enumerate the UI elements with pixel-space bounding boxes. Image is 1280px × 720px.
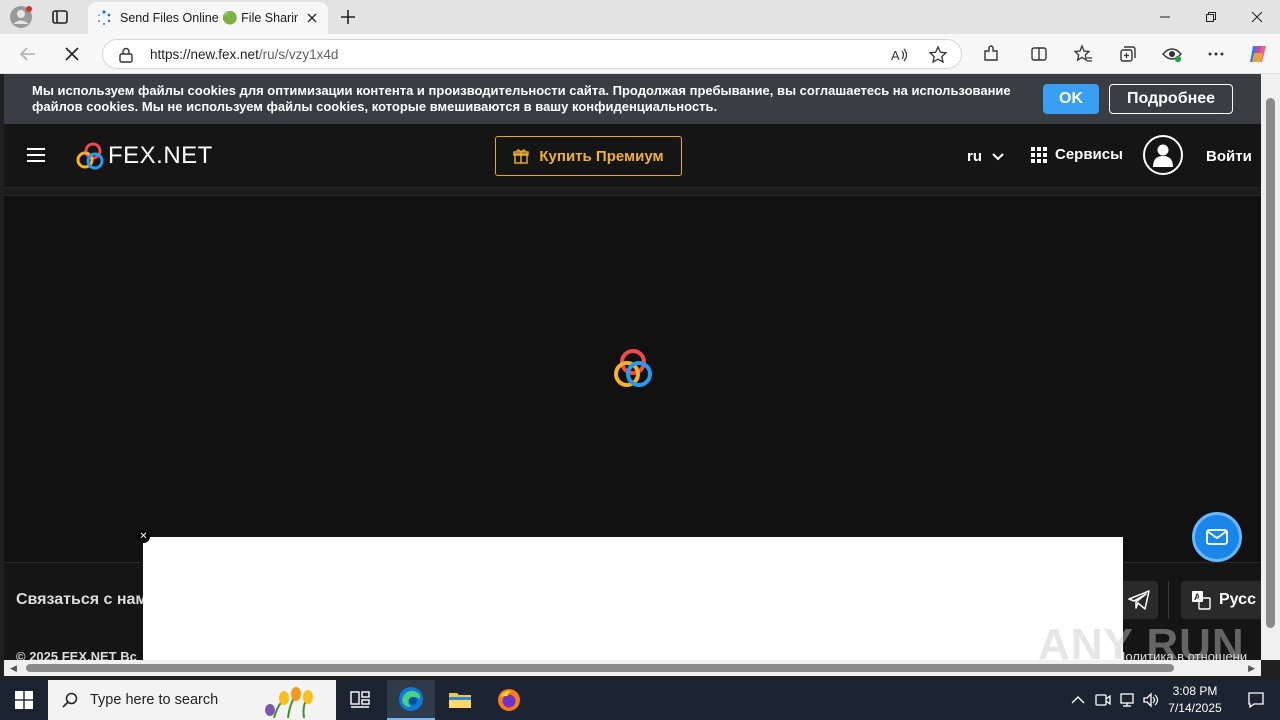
more-options-icon[interactable] <box>1204 42 1228 66</box>
scroll-right-icon[interactable]: ▶ <box>1248 663 1255 674</box>
clock-date: 7/14/2025 <box>1168 701 1222 715</box>
firefox-icon <box>498 689 520 711</box>
browser-tab-strip: Send Files Online 🟢 File Sharing <box>0 0 1280 34</box>
footer-language-select[interactable]: A Русс <box>1181 581 1261 619</box>
meet-now-icon[interactable] <box>1094 692 1112 708</box>
telegram-icon <box>1128 590 1150 610</box>
search-icon <box>62 692 78 708</box>
cookie-more-button[interactable]: Подробнее <box>1109 84 1233 114</box>
ad-close-icon[interactable]: ✕ <box>137 530 150 543</box>
start-button[interactable] <box>0 680 48 720</box>
footer-divider <box>1168 581 1169 619</box>
show-hidden-icons-icon[interactable] <box>1068 692 1088 708</box>
tab-title: Send Files Online 🟢 File Sharing <box>120 10 298 25</box>
folder-icon <box>449 693 471 708</box>
split-screen-icon[interactable] <box>1027 42 1051 66</box>
task-view-icon <box>350 691 370 708</box>
language-dropdown[interactable]: ru <box>967 148 1004 165</box>
menu-icon[interactable] <box>27 148 45 162</box>
buy-premium-button[interactable]: Купить Премиум <box>495 136 682 176</box>
url-host: https://new.fex.net <box>150 47 259 62</box>
volume-icon[interactable] <box>1142 692 1160 708</box>
profile-icon[interactable] <box>10 6 32 28</box>
network-icon[interactable] <box>1118 692 1136 708</box>
windows-taskbar: Type here to search 3:08 PM 7/14/2025 <box>0 680 1280 720</box>
anyrun-watermark: ANY RUN <box>1038 620 1245 660</box>
chevron-down-icon <box>992 152 1004 160</box>
svg-text:A: A <box>1194 592 1201 602</box>
vertical-scroll-thumb[interactable] <box>1266 98 1275 628</box>
mail-icon <box>1206 529 1228 545</box>
clock-time: 3:08 PM <box>1172 684 1218 698</box>
site-info-icon[interactable] <box>117 46 135 64</box>
logo-text: FEX.NET <box>108 142 213 169</box>
active-tab[interactable]: Send Files Online 🟢 File Sharing <box>88 2 328 34</box>
address-bar[interactable]: https://new.fex.net/ru/s/vzy1x4d A <box>102 39 962 69</box>
site-logo[interactable]: FEX.NET <box>75 142 213 170</box>
restore-icon[interactable] <box>1188 0 1234 34</box>
taskbar-firefox-button[interactable] <box>485 680 533 720</box>
search-highlight-flowers-icon <box>265 687 313 718</box>
language-label: ru <box>967 148 982 165</box>
telegram-button[interactable] <box>1120 581 1158 619</box>
footer-language-label: Русс <box>1219 591 1256 608</box>
close-tab-icon[interactable] <box>304 10 320 26</box>
taskbar-search-box[interactable]: Type here to search <box>48 680 336 720</box>
tab-actions-icon[interactable] <box>50 7 70 27</box>
minimize-icon[interactable] <box>1142 0 1188 34</box>
horizontal-scroll-thumb[interactable] <box>26 664 1174 672</box>
copyright-text: © 2025 FEX.NET Вс <box>16 649 137 660</box>
favorite-star-icon[interactable] <box>928 45 948 65</box>
page-viewport: Мы используем файлы cookies для оптимиза… <box>4 74 1261 660</box>
taskbar-edge-button[interactable] <box>387 680 435 720</box>
window-controls <box>1142 0 1280 34</box>
taskbar-clock[interactable]: 3:08 PM 7/14/2025 <box>1160 683 1230 717</box>
site-header: FEX.NET Купить Премиум ru Сервисы Войти <box>4 124 1261 188</box>
gift-icon <box>513 149 530 164</box>
favorites-icon[interactable] <box>1071 42 1095 66</box>
new-tab-icon[interactable] <box>338 7 358 27</box>
cookie-banner: Мы используем файлы cookies для оптимиза… <box>4 74 1261 124</box>
search-placeholder: Type here to search <box>90 692 219 708</box>
feedback-mail-button[interactable] <box>1192 512 1242 562</box>
vertical-scrollbar[interactable] <box>1261 74 1280 660</box>
taskbar-explorer-button[interactable] <box>436 680 484 720</box>
cookie-banner-text: Мы используем файлы cookies для оптимиза… <box>32 83 1011 114</box>
svg-text:A: A <box>891 48 900 63</box>
notification-center-button[interactable] <box>1232 680 1280 720</box>
buy-premium-label: Купить Премиум <box>539 147 664 165</box>
loading-favicon-icon <box>98 10 111 25</box>
url-text[interactable]: https://new.fex.net/ru/s/vzy1x4d <box>150 47 338 62</box>
collections-icon[interactable] <box>1116 42 1140 66</box>
cookie-ok-button[interactable]: OK <box>1043 84 1099 114</box>
read-aloud-icon[interactable]: A <box>889 45 909 65</box>
services-label: Сервисы <box>1055 146 1123 163</box>
close-window-icon[interactable] <box>1234 0 1280 34</box>
notification-icon <box>1248 692 1264 709</box>
copilot-icon[interactable] <box>1246 42 1270 66</box>
edge-icon <box>399 687 423 711</box>
stop-loading-icon[interactable] <box>60 42 84 66</box>
browser-toolbar: https://new.fex.net/ru/s/vzy1x4d A <box>0 34 1280 74</box>
header-subbar <box>4 188 1261 196</box>
system-tray <box>1068 680 1160 720</box>
services-menu[interactable]: Сервисы <box>1031 146 1123 163</box>
grid-icon <box>1031 146 1047 163</box>
scroll-left-icon[interactable]: ◀ <box>10 663 17 674</box>
ad-overlay[interactable] <box>143 537 1123 660</box>
fex-logo-icon <box>76 142 104 170</box>
horizontal-scrollbar[interactable]: ◀ ▶ <box>4 660 1261 676</box>
user-avatar-button[interactable] <box>1143 135 1183 175</box>
back-icon[interactable] <box>16 42 40 66</box>
loading-spinner-icon <box>614 349 652 387</box>
task-view-button[interactable] <box>336 680 384 720</box>
login-button[interactable]: Войти <box>1206 148 1252 165</box>
translate-icon: A <box>1192 591 1211 610</box>
extensions-icon[interactable] <box>979 42 1003 66</box>
windows-logo-icon <box>15 691 33 709</box>
user-icon <box>1153 144 1173 167</box>
url-path: /ru/s/vzy1x4d <box>258 47 339 62</box>
contact-us-label[interactable]: Связаться с нам <box>16 591 147 609</box>
browser-essentials-icon[interactable] <box>1160 42 1184 66</box>
